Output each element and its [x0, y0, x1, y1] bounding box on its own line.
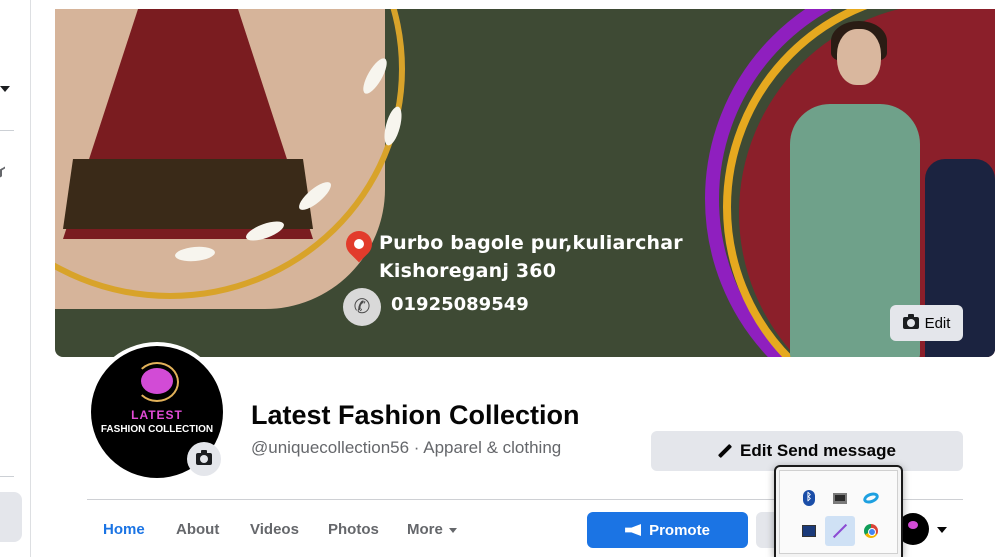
logo-rose-icon: [141, 368, 173, 394]
camera-icon: [196, 450, 212, 465]
chrome-icon[interactable]: [856, 516, 886, 546]
phone-icon: ✆: [343, 288, 381, 326]
tab-videos[interactable]: Videos: [250, 521, 299, 538]
sidebar-partial-icon: [0, 166, 5, 178]
chevron-down-icon[interactable]: [937, 527, 947, 533]
swirl-app-icon[interactable]: [856, 483, 886, 513]
model-head: [837, 29, 881, 85]
tab-photos[interactable]: Photos: [328, 521, 379, 538]
update-avatar-button[interactable]: [187, 442, 221, 476]
edit-send-message-label: Edit Send message: [740, 441, 896, 460]
sidebar-card[interactable]: [0, 492, 22, 542]
page-title: Latest Fashion Collection: [251, 400, 580, 430]
pencil-icon: [718, 444, 732, 458]
left-sidebar-fragment: [0, 0, 31, 557]
cover-address-line2: Kishoreganj 360: [379, 260, 557, 282]
sidebar-divider: [0, 130, 14, 131]
edit-cover-label: Edit: [924, 314, 951, 332]
bluetooth-icon[interactable]: ᛒ: [794, 483, 824, 513]
dropdown-caret-icon[interactable]: [0, 86, 10, 92]
megaphone-icon: [625, 524, 642, 536]
display-icon[interactable]: [794, 516, 824, 546]
tab-about[interactable]: About: [176, 521, 219, 538]
tab-home[interactable]: Home: [103, 521, 145, 538]
tab-more-label: More: [407, 521, 443, 538]
chevron-down-icon: [448, 527, 457, 533]
cover-dress-hem: [63, 159, 313, 229]
tray-icon-grid: ᛒ: [779, 470, 898, 554]
promote-label: Promote: [649, 521, 710, 539]
sidebar-divider: [0, 476, 14, 477]
logo-line1: LATEST: [131, 408, 183, 422]
page-subtitle: @uniquecollection56 · Apparel & clothing: [251, 438, 562, 457]
monitor-icon[interactable]: [825, 483, 855, 513]
edit-cover-button[interactable]: Edit: [890, 305, 963, 341]
cover-photo[interactable]: Purbo bagole pur,kuliarchar Kishoreganj …: [55, 9, 995, 357]
tab-more[interactable]: More: [407, 521, 457, 538]
cover-address-line1: Purbo bagole pur,kuliarchar: [379, 232, 683, 254]
logo-line2: FASHION COLLECTION: [100, 424, 214, 435]
cover-phone: 01925089549: [391, 294, 529, 315]
promote-button[interactable]: Promote: [587, 512, 748, 548]
system-tray-overflow-popup: ᛒ: [774, 465, 903, 557]
camera-icon: [902, 314, 919, 329]
pen-icon[interactable]: [825, 516, 855, 546]
